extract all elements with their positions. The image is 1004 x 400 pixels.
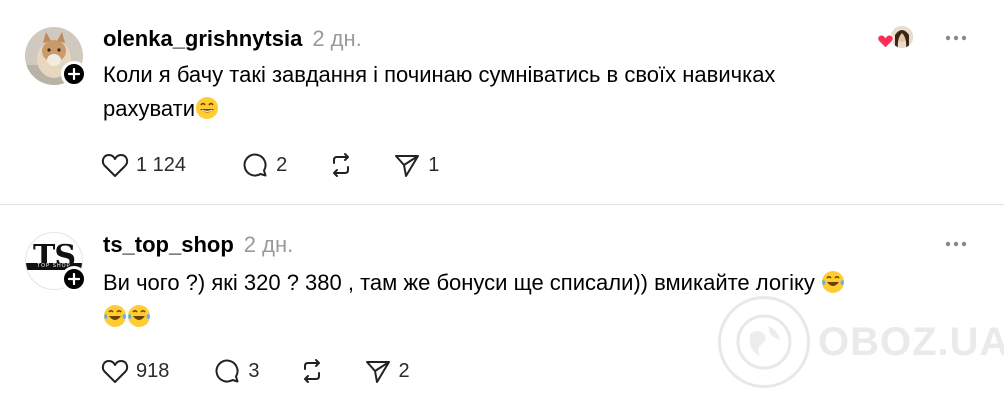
share-count: 2 bbox=[398, 359, 410, 382]
repost-button[interactable] bbox=[298, 357, 326, 385]
reply-button[interactable]: 3 bbox=[213, 357, 260, 385]
repost-icon bbox=[333, 153, 350, 177]
post-text-line: Коли я бачу такі завдання і починаю сумн… bbox=[103, 62, 776, 87]
post-actions: 1 124 2 1 bbox=[101, 151, 439, 179]
reply-count: 3 bbox=[248, 359, 260, 382]
tears-of-joy-emoji-icon bbox=[128, 305, 150, 327]
speech-bubble-icon bbox=[215, 359, 239, 383]
more-dots-icon bbox=[945, 35, 967, 41]
timestamp[interactable]: 2 дн. bbox=[312, 26, 361, 52]
like-button[interactable]: 1 124 bbox=[101, 152, 186, 178]
plus-icon bbox=[68, 68, 80, 80]
watermark: OBOZ.UA bbox=[718, 296, 1004, 388]
reply-button[interactable]: 2 bbox=[241, 151, 287, 179]
share-button[interactable]: 1 bbox=[393, 151, 439, 179]
like-count: 918 bbox=[136, 359, 170, 382]
post-actions: 918 3 2 bbox=[101, 357, 410, 385]
like-button[interactable]: 918 bbox=[101, 358, 169, 384]
avatar-container[interactable] bbox=[25, 27, 87, 87]
watermark-text: OBOZ.UA bbox=[818, 319, 1004, 364]
like-count: 1 124 bbox=[136, 153, 187, 176]
heart-icon bbox=[101, 154, 129, 177]
post-divider bbox=[0, 204, 1004, 205]
post: olenka_grishnytsia 2 дн. Коли я бачу так… bbox=[0, 0, 1004, 204]
repost-icon bbox=[303, 359, 320, 383]
repost-button[interactable] bbox=[327, 151, 355, 179]
timestamp[interactable]: 2 дн. bbox=[244, 232, 293, 258]
post-header: ts_top_shop 2 дн. bbox=[103, 232, 293, 258]
liker-avatar bbox=[891, 26, 913, 48]
send-icon bbox=[365, 361, 390, 383]
more-dots-icon bbox=[945, 241, 967, 247]
liked-by-indicator[interactable] bbox=[877, 26, 913, 52]
post-header: olenka_grishnytsia 2 дн. bbox=[103, 26, 362, 52]
follow-plus-button[interactable] bbox=[61, 266, 87, 292]
post-text-line: Ви чого ?) які 320 ? 380 , там же бонуси… bbox=[103, 270, 815, 295]
heart-icon bbox=[101, 360, 129, 383]
username[interactable]: olenka_grishnytsia bbox=[103, 26, 302, 52]
speech-bubble-icon bbox=[243, 153, 267, 177]
grinning-emoji-icon bbox=[196, 97, 219, 119]
post-text-line: рахувати bbox=[103, 96, 196, 121]
share-count: 1 bbox=[428, 153, 440, 176]
reply-count: 2 bbox=[276, 153, 288, 176]
watermark-globe-icon bbox=[718, 296, 810, 388]
post-text-line-with-emoji: рахувати bbox=[103, 92, 963, 126]
heart-filled-icon bbox=[877, 34, 894, 49]
post-text: Коли я бачу такі завдання і починаю сумн… bbox=[103, 58, 963, 126]
send-icon bbox=[395, 155, 420, 177]
username[interactable]: ts_top_shop bbox=[103, 232, 234, 258]
more-options-button[interactable] bbox=[941, 234, 971, 254]
plus-icon bbox=[68, 273, 80, 285]
share-button[interactable]: 2 bbox=[364, 357, 410, 385]
post-text-line-with-emoji: Ви чого ?) які 320 ? 380 , там же бонуси… bbox=[103, 266, 963, 300]
tears-of-joy-emoji-icon bbox=[104, 305, 126, 327]
tears-of-joy-emoji-icon bbox=[822, 271, 845, 293]
more-options-button[interactable] bbox=[941, 28, 971, 48]
avatar-container[interactable]: TS TOP SHOP bbox=[25, 232, 87, 292]
follow-plus-button[interactable] bbox=[61, 61, 87, 87]
